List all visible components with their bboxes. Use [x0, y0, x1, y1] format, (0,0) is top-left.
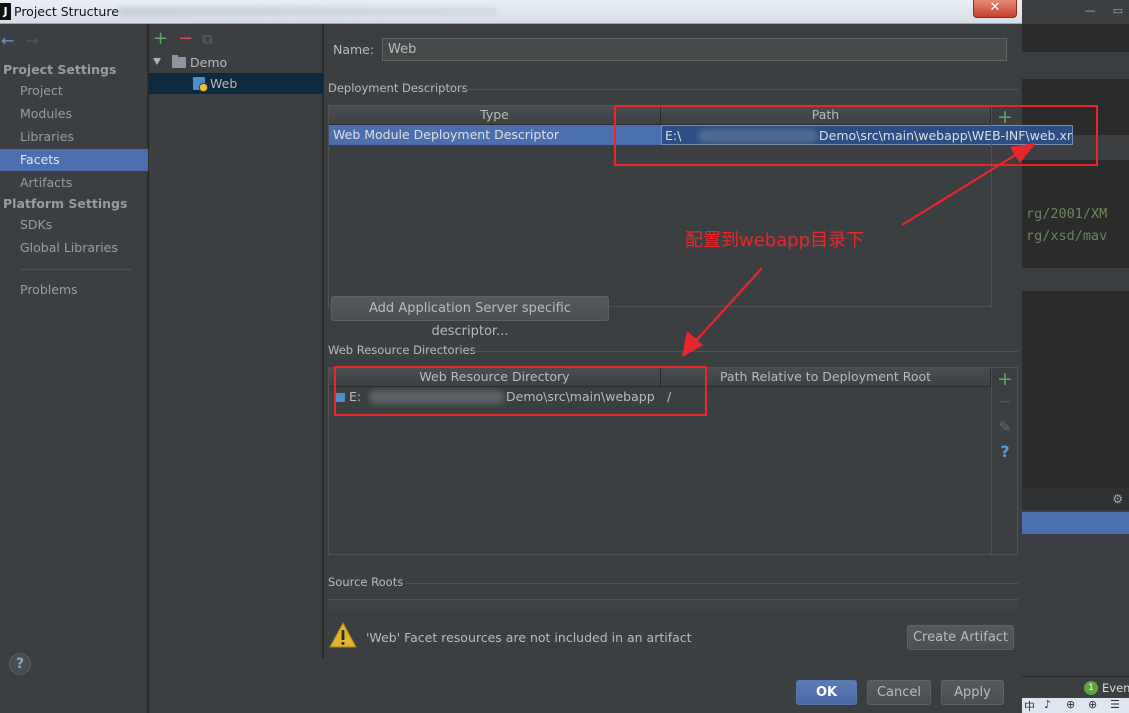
gear-icon[interactable]: ⚙: [1022, 488, 1129, 510]
help-button[interactable]: ?: [9, 653, 31, 675]
web-resource-directories-title: Web Resource Directories: [328, 343, 1017, 357]
tree-node-demo[interactable]: Demo: [149, 52, 323, 73]
tree-node-web[interactable]: Web: [149, 73, 323, 94]
tool-window-selected-row: [1022, 512, 1129, 534]
web-resource-side-tools: + − ✎ ?: [991, 368, 1017, 554]
tray-icon[interactable]: ☰: [1110, 698, 1120, 711]
section-project-settings: Project Settings: [3, 62, 117, 77]
sidebar-item-global-libraries[interactable]: Global Libraries: [0, 237, 148, 259]
event-log-label[interactable]: Event: [1102, 681, 1129, 695]
editor-tab-strip: [1022, 52, 1129, 80]
module-folder-icon: [172, 55, 186, 68]
copy-icon[interactable]: ⧉: [202, 28, 213, 50]
tree-node-label: Demo: [190, 55, 228, 70]
warning-text: 'Web' Facet resources are not included i…: [366, 630, 692, 645]
window-title: Project Structure: [14, 4, 119, 19]
intellij-logo-icon: J: [0, 3, 11, 20]
ime-icon[interactable]: 中: [1024, 698, 1035, 713]
editor-topbar: — ▭: [1022, 0, 1129, 24]
minimize-icon[interactable]: —: [1082, 4, 1098, 20]
maximize-icon[interactable]: ▭: [1110, 4, 1126, 20]
source-roots-title: Source Roots: [328, 575, 1020, 589]
annotation-box-web-resource: [334, 366, 707, 416]
source-roots-table: [328, 599, 1018, 609]
sidebar-item-modules[interactable]: Modules: [0, 103, 148, 125]
sidebar-item-sdks[interactable]: SDKs: [0, 214, 148, 236]
column-header-type[interactable]: Type: [329, 106, 661, 125]
annotation-text: 配置到webapp目录下: [685, 230, 865, 251]
taskbar: 中 ♪ ⊕ ⊕ ☰: [1022, 698, 1129, 713]
sidebar-item-libraries[interactable]: Libraries: [0, 126, 148, 148]
add-icon[interactable]: +: [992, 368, 1018, 390]
editor-scroll-strip: [1022, 268, 1129, 292]
column-header-relative-path[interactable]: Path Relative to Deployment Root: [661, 368, 991, 387]
section-platform-settings: Platform Settings: [3, 196, 128, 211]
tray-icon[interactable]: ⊕: [1088, 698, 1097, 711]
deployment-descriptors-title: Deployment Descriptors: [328, 81, 1017, 95]
create-artifact-button[interactable]: Create Artifact: [907, 625, 1014, 650]
code-line: rg/2001/XM: [1026, 206, 1108, 222]
status-bar: 1 Event: [1022, 676, 1129, 698]
blurred-title-text: [118, 6, 498, 16]
cancel-button[interactable]: Cancel: [867, 680, 931, 705]
tree-toolbar: + − ⧉: [149, 28, 323, 50]
help-icon[interactable]: ?: [992, 442, 1018, 461]
tray-icon[interactable]: ⊕: [1066, 698, 1075, 711]
tool-window-panel: ⚙: [1022, 488, 1129, 678]
event-log-icon[interactable]: 1: [1084, 681, 1098, 695]
title-bar: J Project Structure ✕: [0, 0, 1022, 24]
add-icon[interactable]: +: [153, 28, 168, 50]
name-field[interactable]: Web: [382, 38, 1007, 61]
settings-sidebar: ← → Project Settings Project Modules Lib…: [0, 24, 148, 713]
caret-down-icon[interactable]: [153, 58, 161, 65]
warning-icon: [329, 622, 357, 648]
sidebar-divider: [20, 269, 132, 270]
close-button[interactable]: ✕: [973, 0, 1017, 18]
add-server-descriptor-button[interactable]: Add Application Server specific descript…: [331, 296, 609, 339]
relative-path-cell[interactable]: /: [661, 387, 991, 407]
code-line: rg/xsd/mav: [1026, 228, 1108, 244]
annotation-box-descriptor-path: [614, 105, 1098, 166]
descriptor-type-cell[interactable]: Web Module Deployment Descriptor: [329, 125, 661, 145]
sound-icon[interactable]: ♪: [1044, 698, 1051, 711]
tree-node-label: Web: [210, 76, 238, 91]
name-label: Name:: [333, 42, 375, 57]
edit-icon[interactable]: ✎: [992, 418, 1018, 436]
apply-button[interactable]: Apply: [941, 680, 1004, 705]
remove-icon[interactable]: −: [992, 392, 1018, 412]
sidebar-item-project[interactable]: Project: [0, 80, 148, 102]
sidebar-item-artifacts[interactable]: Artifacts: [0, 172, 148, 194]
forward-arrow-icon[interactable]: →: [25, 32, 38, 50]
remove-icon[interactable]: −: [178, 28, 193, 50]
ok-button[interactable]: OK: [796, 680, 857, 705]
sidebar-item-facets[interactable]: Facets: [0, 149, 148, 171]
web-facet-icon: [193, 77, 208, 92]
back-arrow-icon[interactable]: ←: [1, 32, 14, 50]
sidebar-item-problems[interactable]: Problems: [0, 279, 148, 301]
facet-tree: + − ⧉ Demo Web: [149, 24, 323, 658]
screen: — ▭ rg/2001/XM rg/xsd/mav ⚙ 1 Event 中 ♪ …: [0, 0, 1129, 713]
